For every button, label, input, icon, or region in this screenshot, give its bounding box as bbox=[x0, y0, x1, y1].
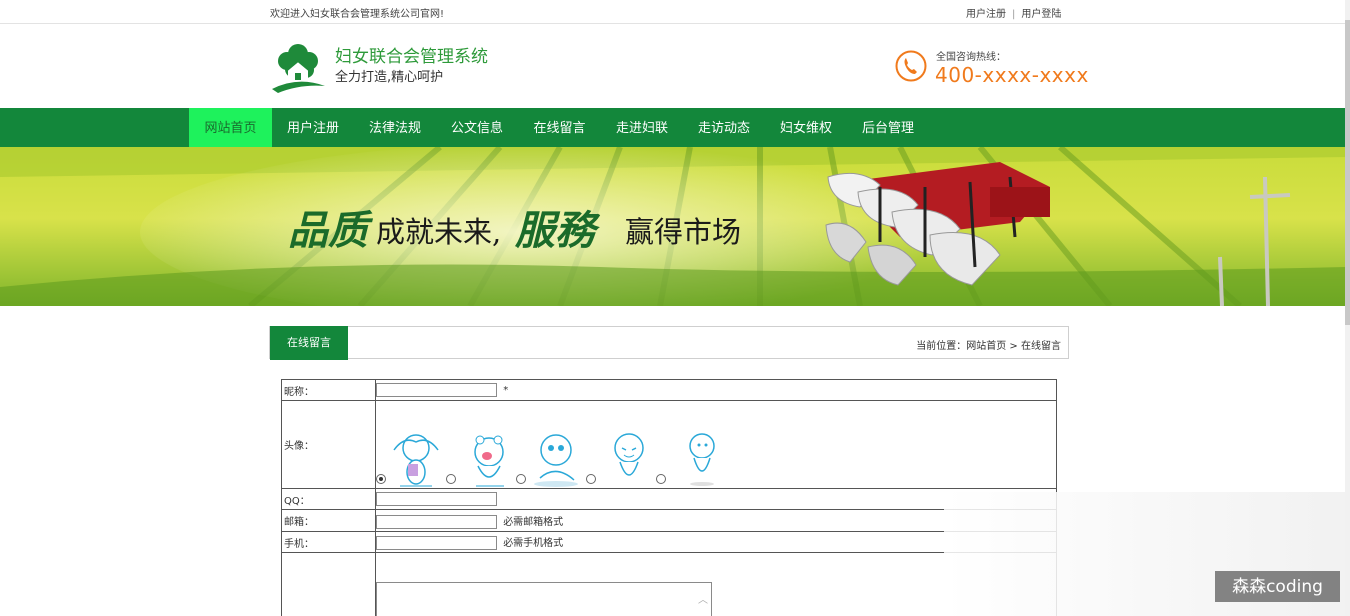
nav-item-about[interactable]: 走进妇联 bbox=[601, 108, 683, 147]
banner-slogan-big-2: 服務 bbox=[514, 207, 601, 254]
email-row: 邮箱： 必需邮箱格式 bbox=[281, 509, 1057, 532]
nav-item-documents[interactable]: 公文信息 bbox=[436, 108, 518, 147]
message-form: 昵称： * 头像： QQ： 邮箱： 必需邮箱格式 手机： 必需手机格式 ︿ bbox=[281, 379, 1057, 616]
house-logo-icon[interactable] bbox=[270, 40, 326, 94]
nav-item-visits[interactable]: 走访动态 bbox=[683, 108, 765, 147]
avatar-cartoon-3-icon bbox=[534, 433, 578, 487]
avatar-cartoon-4-icon bbox=[614, 432, 644, 476]
main-nav: 网站首页 用户注册 法律法规 公文信息 在线留言 走进妇联 走访动态 妇女维权 … bbox=[0, 108, 1345, 147]
nav-item-rights[interactable]: 妇女维权 bbox=[765, 108, 847, 147]
avatar-option-3[interactable] bbox=[516, 428, 584, 488]
page: 欢迎进入妇女联合会管理系统公司官网! 用户注册 | 用户登陆 妇女联合会管理系统 全… bbox=[0, 0, 1350, 616]
avatar-option-2[interactable] bbox=[446, 428, 514, 488]
avatar-cartoon-1-icon bbox=[393, 433, 439, 486]
breadcrumb: 当前位置：网站首页 > 在线留言 bbox=[916, 341, 1061, 352]
nav-item-messages[interactable]: 在线留言 bbox=[518, 108, 601, 147]
banner-image: 品质 成就未来, 服務 赢得市场 bbox=[0, 147, 1345, 306]
email-label: 邮箱： bbox=[281, 509, 376, 532]
top-bar: 欢迎进入妇女联合会管理系统公司官网! 用户注册 | 用户登陆 bbox=[0, 0, 1345, 24]
email-input[interactable] bbox=[376, 514, 497, 529]
phone-input[interactable] bbox=[376, 536, 497, 550]
nav-item-admin[interactable]: 后台管理 bbox=[847, 108, 929, 147]
avatar-radio-2[interactable] bbox=[446, 473, 456, 484]
site-title: 妇女联合会管理系统 bbox=[335, 47, 488, 67]
section-header: 在线留言 当前位置：网站首页 > 在线留言 bbox=[269, 326, 1069, 360]
avatar-radio-1[interactable] bbox=[376, 473, 386, 484]
message-label bbox=[281, 552, 376, 616]
register-link[interactable]: 用户注册 bbox=[966, 9, 1006, 20]
banner: 品质 成就未来, 服務 赢得市场 bbox=[0, 147, 1345, 306]
page-scrollbar-thumb[interactable] bbox=[1345, 20, 1350, 325]
nav-item-laws[interactable]: 法律法规 bbox=[354, 108, 436, 147]
avatar-option-1[interactable] bbox=[376, 428, 444, 488]
phone-icon bbox=[895, 50, 927, 82]
avatar-option-4[interactable] bbox=[586, 428, 654, 488]
phone-label: 手机： bbox=[281, 531, 376, 553]
qq-label: QQ： bbox=[281, 488, 376, 510]
nav-item-register[interactable]: 用户注册 bbox=[272, 108, 354, 147]
required-marker: * bbox=[503, 385, 509, 396]
welcome-text: 欢迎进入妇女联合会管理系统公司官网! bbox=[270, 9, 445, 20]
phone-hint: 必需手机格式 bbox=[503, 538, 564, 549]
nickname-input[interactable] bbox=[376, 383, 497, 397]
banner-slogan-small-1: 成就未来, bbox=[376, 215, 501, 249]
qq-row: QQ： bbox=[281, 488, 1057, 510]
avatar-row: 头像： bbox=[281, 400, 1057, 489]
top-links-separator: | bbox=[1012, 9, 1016, 20]
avatar-radio-3[interactable] bbox=[516, 473, 526, 484]
nickname-row: 昵称： * bbox=[281, 379, 1057, 401]
avatar-option-5[interactable] bbox=[656, 428, 724, 488]
avatar-radio-5[interactable] bbox=[656, 473, 666, 484]
page-scrollbar[interactable] bbox=[1345, 0, 1350, 616]
avatar-label: 头像： bbox=[281, 400, 376, 489]
avatar-options bbox=[376, 402, 1056, 488]
message-textarea[interactable]: ︿ bbox=[376, 582, 712, 616]
banner-slogan-small-2: 赢得市场 bbox=[625, 215, 741, 249]
top-links: 用户注册 | 用户登陆 bbox=[966, 5, 1061, 20]
avatar-radio-4[interactable] bbox=[586, 473, 596, 484]
textarea-scroll-up-icon[interactable]: ︿ bbox=[698, 591, 708, 606]
email-hint: 必需邮箱格式 bbox=[503, 516, 564, 528]
section-tab[interactable]: 在线留言 bbox=[270, 326, 348, 360]
login-link[interactable]: 用户登陆 bbox=[1021, 9, 1061, 20]
phone-row: 手机： 必需手机格式 bbox=[281, 531, 1057, 553]
watermark: 森森coding bbox=[1215, 571, 1340, 602]
avatar-cartoon-2-icon bbox=[474, 435, 504, 486]
site-header: 妇女联合会管理系统 全力打造,精心呵护 全国咨询热线： 400-xxxx-xxx… bbox=[0, 25, 1345, 108]
qq-input[interactable] bbox=[376, 492, 497, 506]
nickname-label: 昵称： bbox=[281, 379, 376, 401]
site-subtitle: 全力打造,精心呵护 bbox=[335, 70, 444, 85]
banner-slogan-big-1: 品质 bbox=[288, 207, 374, 254]
hotline-number: 400-xxxx-xxxx bbox=[935, 63, 1089, 87]
nav-item-home[interactable]: 网站首页 bbox=[189, 108, 272, 147]
message-row: ︿ bbox=[281, 552, 1057, 616]
hotline-label: 全国咨询热线： bbox=[936, 52, 1006, 63]
avatar-cartoon-5-icon bbox=[689, 432, 715, 486]
